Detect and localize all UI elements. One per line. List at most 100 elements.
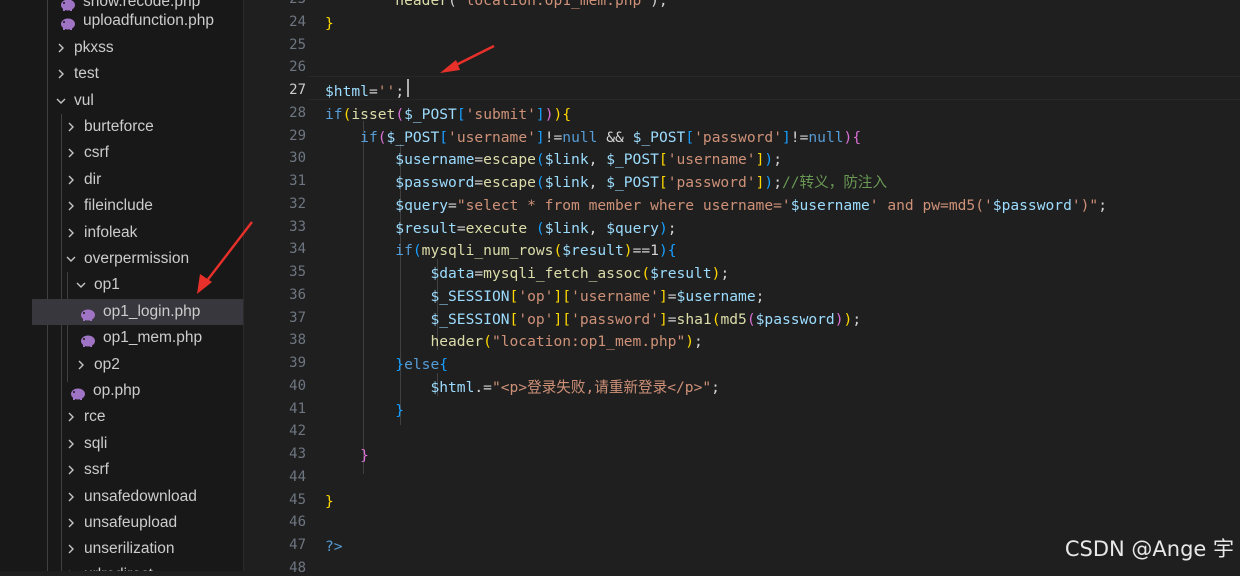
code-line[interactable]: }: [325, 444, 369, 467]
line-number: 28: [289, 104, 306, 121]
code-token: (: [395, 105, 405, 123]
code-token: $_POST: [606, 174, 659, 191]
tree-item-label: unserilization: [84, 540, 175, 557]
tree-file[interactable]: op1_login.php: [32, 299, 243, 325]
code-line[interactable]: }: [325, 399, 404, 422]
code-token: 1: [650, 242, 659, 260]
tree-folder[interactable]: op2: [32, 352, 243, 378]
php-file-icon: [80, 305, 96, 321]
code-token: ;: [694, 333, 703, 351]
code-line[interactable]: if(mysqli_num_rows($result)==1){: [325, 239, 677, 262]
code-line[interactable]: $html='';: [325, 80, 404, 103]
chevron-down-icon: [54, 88, 68, 114]
tree-folder[interactable]: sqli: [32, 431, 243, 457]
code-token: ]: [535, 105, 545, 123]
code-line[interactable]: $query="select * from member where usern…: [325, 194, 1107, 217]
php-file-icon: [60, 14, 76, 30]
code-token: "<p>登录失败,请重新登录</p>": [491, 378, 712, 396]
activity-bar: [0, 0, 32, 571]
code-token: header: [430, 333, 484, 351]
tree-folder[interactable]: dir: [32, 167, 243, 193]
code-token: 'password': [694, 128, 782, 146]
code-token: ;: [1098, 196, 1108, 214]
tree-folder[interactable]: unserilization: [32, 536, 243, 562]
code-token: }: [360, 447, 369, 464]
chevron-right-icon: [64, 510, 78, 536]
tree-folder[interactable]: fileinclude: [32, 193, 243, 219]
code-line[interactable]: $data=mysqli_fetch_assoc($result);: [325, 262, 729, 285]
code-token: [: [509, 310, 519, 328]
code-token: ?>: [325, 538, 343, 555]
tree-folder[interactable]: ssrf: [32, 457, 243, 483]
chevron-right-icon: [64, 431, 78, 457]
tree-file[interactable]: op1_mem.php: [32, 325, 243, 351]
code-token: {: [667, 242, 677, 260]
line-number: 47: [289, 537, 306, 553]
code-token: ): [553, 105, 563, 123]
code-token: ]: [535, 128, 545, 146]
code-token: $password: [755, 310, 835, 328]
code-line[interactable]: if(isset($_POST['submit'])){: [325, 103, 571, 126]
line-number: 30: [289, 150, 306, 167]
code-line[interactable]: }: [325, 490, 334, 513]
code-token: );: [650, 0, 668, 9]
tree-folder[interactable]: vul: [32, 88, 243, 114]
tree-item-label: infoleak: [84, 224, 138, 241]
chevron-right-icon: [64, 536, 78, 562]
tree-item-label: uploadfunction.php: [83, 12, 215, 29]
tree-file[interactable]: op.php: [32, 378, 243, 404]
tree-folder[interactable]: csrf: [32, 140, 243, 166]
code-token: 'submit': [465, 105, 536, 123]
tree-item-label: burteforce: [84, 118, 154, 135]
text-cursor: [407, 79, 409, 97]
tree-folder[interactable]: rce: [32, 404, 243, 430]
code-line[interactable]: if($_POST['username']!=null && $_POST['p…: [325, 126, 861, 149]
code-token: $password: [395, 174, 475, 191]
code-token: (: [535, 151, 545, 169]
code-token: =: [448, 196, 457, 214]
tree-item-label: test: [74, 65, 99, 82]
php-file-icon: [80, 331, 96, 347]
tree-folder[interactable]: burteforce: [32, 114, 243, 140]
tree-item-label: overpermission: [84, 250, 190, 267]
code-token: ;: [667, 219, 677, 237]
tree-folder[interactable]: test: [32, 61, 243, 87]
code-line[interactable]: ?>: [325, 535, 343, 558]
code-token: 'username': [571, 287, 659, 305]
tree-folder[interactable]: pkxss: [32, 35, 243, 61]
tree-item-label: ssrf: [84, 461, 109, 478]
tree-folder[interactable]: urlredirect: [32, 562, 243, 571]
code-token: $query: [395, 196, 449, 214]
code-line[interactable]: $_SESSION['op']['username']=$username;: [325, 285, 764, 308]
code-line[interactable]: $_SESSION['op']['password']=sha1(md5($pa…: [325, 308, 861, 331]
code-token: $html: [430, 378, 475, 396]
code-token: ): [843, 310, 853, 328]
code-token: (: [483, 333, 492, 351]
code-line[interactable]: $password=escape($link, $_POST['password…: [325, 171, 887, 194]
tree-item-label: op1_login.php: [103, 303, 201, 320]
code-line[interactable]: $html.="<p>登录失败,请重新登录</p>";: [325, 376, 720, 399]
tree-folder[interactable]: unsafedownload: [32, 484, 243, 510]
code-token: (: [553, 242, 563, 260]
tree-folder[interactable]: unsafeupload: [32, 510, 243, 536]
code-line[interactable]: }else{: [325, 353, 448, 376]
code-line[interactable]: $username=escape($link, $_POST['username…: [325, 148, 782, 171]
code-line[interactable]: header("location:op1_mem.php");: [325, 0, 668, 12]
line-number: 44: [289, 468, 306, 485]
code-editor[interactable]: 2324252627282930313233343536373839404142…: [244, 0, 1240, 576]
code-line[interactable]: header("location:op1_mem.php");: [325, 330, 703, 353]
code-token: ): [544, 105, 554, 123]
code-line[interactable]: }: [325, 12, 334, 35]
line-number: 41: [289, 400, 306, 417]
code-token: ==: [632, 242, 651, 260]
tree-file[interactable]: uploadfunction.php: [32, 8, 243, 34]
code-token: !=: [790, 128, 809, 146]
code-token: (: [448, 0, 457, 9]
code-token: =: [368, 83, 378, 100]
code-line[interactable]: $result=execute ($link, $query);: [325, 217, 677, 240]
code-token: ;: [773, 151, 782, 169]
